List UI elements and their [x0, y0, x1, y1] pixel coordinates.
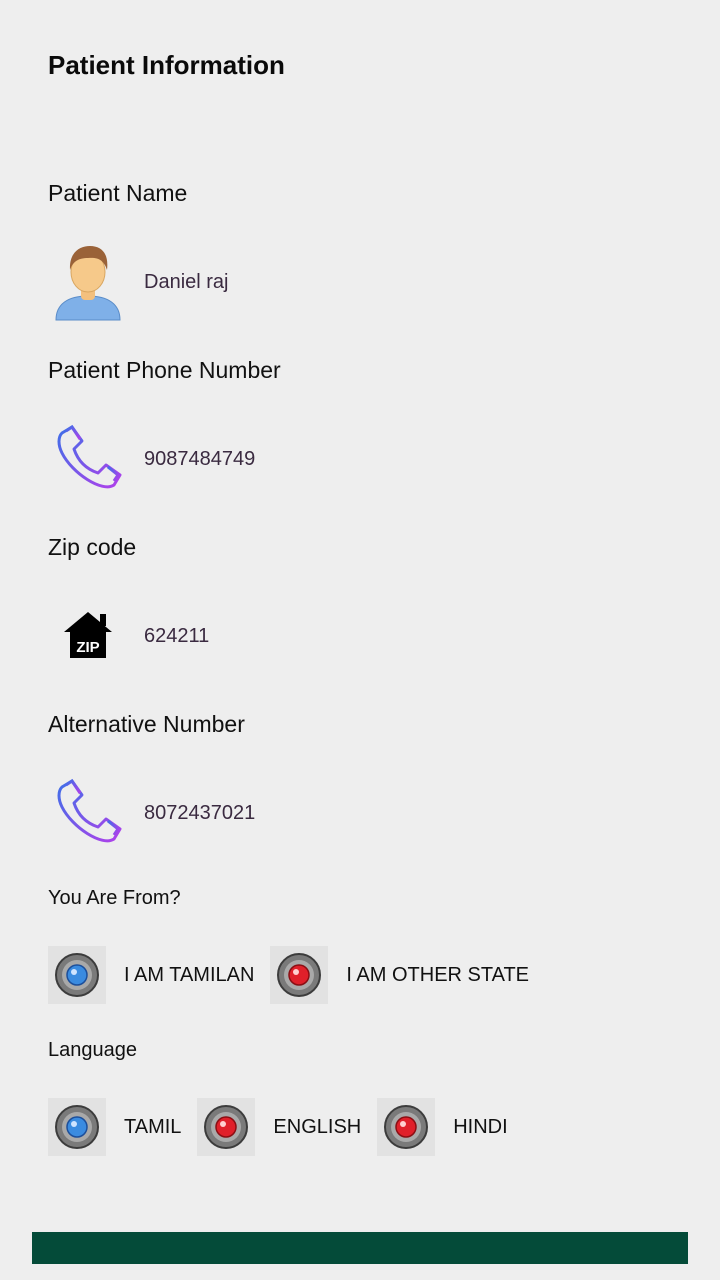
page-title: Patient Information	[48, 50, 285, 80]
phone-icon	[48, 773, 128, 853]
alternative-number-label: Alternative Number	[48, 711, 245, 737]
alternative-number-row: 8072437021	[48, 771, 648, 855]
alternative-number-value: 8072437021	[144, 801, 256, 824]
radio-english[interactable]: ENGLISH	[197, 1098, 361, 1156]
radio-hindi[interactable]: HINDI	[377, 1098, 508, 1156]
zip-badge-text: ZIP	[76, 639, 99, 656]
radio-unselected-icon	[197, 1098, 256, 1156]
origin-label: You Are From?	[48, 887, 181, 909]
radio-unselected-icon	[377, 1098, 436, 1156]
patient-name-label: Patient Name	[48, 180, 188, 206]
radio-unselected-icon	[270, 946, 329, 1004]
phone-label: Patient Phone Number	[48, 357, 281, 383]
phone-icon	[48, 419, 128, 499]
radio-selected-icon	[48, 1098, 106, 1156]
zip-home-icon: ZIP	[48, 596, 128, 676]
zip-row: ZIP 624211	[48, 594, 648, 678]
radio-i-am-other-state[interactable]: I AM OTHER STATE	[270, 946, 529, 1004]
patient-name-value: Daniel raj	[144, 270, 229, 293]
radio-tamil[interactable]: TAMIL	[48, 1098, 181, 1156]
radio-label: I AM OTHER STATE	[346, 963, 530, 986]
radio-i-am-tamilan[interactable]: I AM TAMILAN	[48, 946, 254, 1004]
radio-label: TAMIL	[124, 1115, 182, 1138]
radio-selected-icon	[48, 946, 106, 1004]
zip-value: 624211	[144, 624, 210, 647]
submit-bar[interactable]	[32, 1232, 688, 1264]
phone-row: 9087484749	[48, 417, 648, 501]
radio-label: HINDI	[453, 1115, 508, 1138]
radio-label: I AM TAMILAN	[124, 963, 255, 986]
radio-label: ENGLISH	[273, 1115, 362, 1138]
language-radio-group: TAMIL ENGLISH HINDI	[48, 1097, 524, 1157]
zip-label: Zip code	[48, 534, 137, 560]
language-label: Language	[48, 1039, 137, 1061]
avatar-icon	[48, 242, 128, 322]
phone-value: 9087484749	[144, 447, 256, 470]
origin-radio-group: I AM TAMILAN I AM OTHER STATE	[48, 945, 545, 1005]
patient-name-row: Daniel raj	[48, 240, 648, 324]
